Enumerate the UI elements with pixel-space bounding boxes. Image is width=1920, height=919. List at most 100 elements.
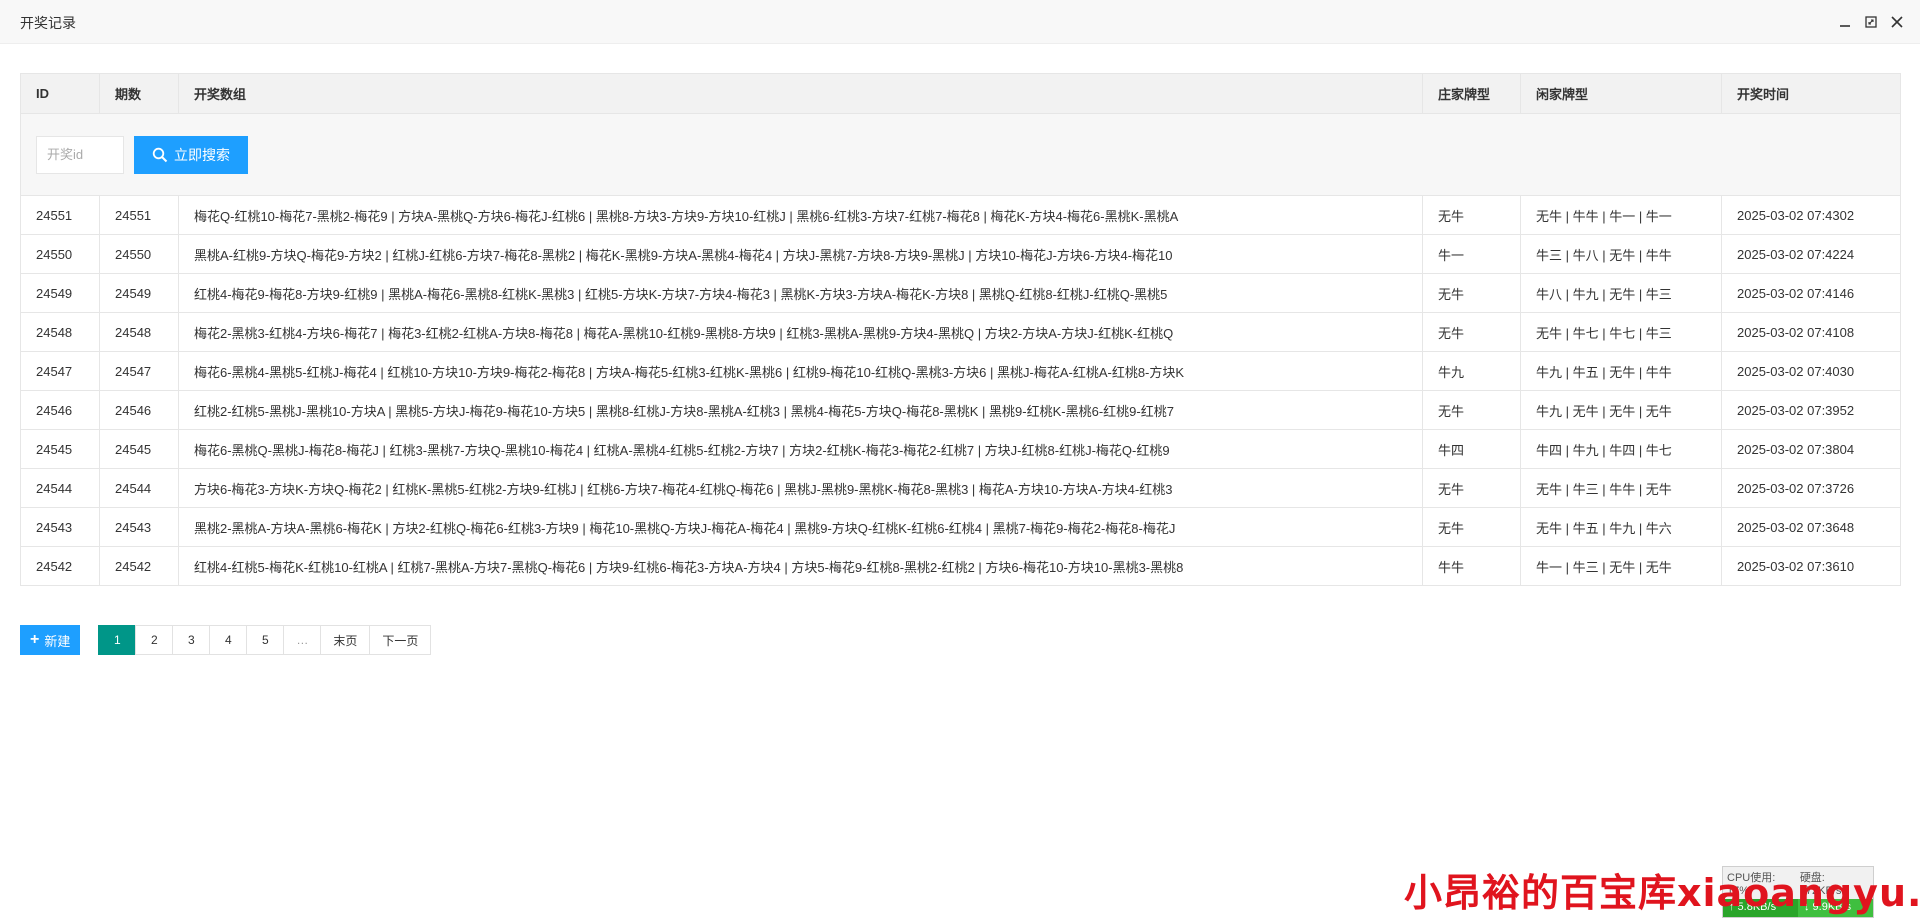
search-button[interactable]: 立即搜索 xyxy=(134,135,248,174)
table-row: 24542 24542 红桃4-红桃5-梅花K-红桃10-红桃A | 红桃7-黑桃A… xyxy=(20,546,1901,586)
search-button-label: 立即搜索 xyxy=(174,146,230,163)
window-titlebar: 开奖记录 xyxy=(0,0,1920,44)
cell-id: 24549 xyxy=(20,273,100,313)
search-input[interactable] xyxy=(36,135,124,174)
cell-time: 2025-03-02 07:4146 xyxy=(1721,273,1901,313)
maximize-icon xyxy=(1865,16,1877,28)
cell-issue: 24542 xyxy=(99,546,179,586)
cell-banker: 无牛 xyxy=(1422,273,1521,313)
records-table: ID 期数 开奖数组 庄家牌型 闲家牌型 开奖时间 开奖id 立即搜索 2455… xyxy=(20,73,1901,586)
cell-banker: 无牛 xyxy=(1422,468,1521,508)
page-2-button[interactable]: 2 xyxy=(135,625,174,655)
cell-time: 2025-03-02 07:4108 xyxy=(1721,312,1901,352)
cell-banker: 牛九 xyxy=(1422,351,1521,391)
cell-id: 24543 xyxy=(20,507,100,547)
cell-id: 24542 xyxy=(20,546,100,586)
watermark-text: 小昂裕的百宝库xiaoangyu.cc xyxy=(1404,871,1920,915)
cell-issue: 24551 xyxy=(99,195,179,235)
cell-time: 2025-03-02 07:4224 xyxy=(1721,234,1901,274)
table-row: 24551 24551 梅花Q-红桃10-梅花7-黑桃2-梅花9 | 方块A-黑桃Q… xyxy=(20,195,1901,235)
next-page-button[interactable]: 下一页 xyxy=(369,625,432,655)
cell-player: 牛八 | 牛九 | 无牛 | 牛三 xyxy=(1520,273,1722,313)
cell-cards: 方块6-梅花3-方块K-方块Q-梅花2 | 红桃K-黑桃5-红桃2-方块9-红桃… xyxy=(178,468,1423,508)
cell-cards: 黑桃A-红桃9-方块Q-梅花9-方块2 | 红桃J-红桃6-方块7-梅花8-黑桃… xyxy=(178,234,1423,274)
table-row: 24547 24547 梅花6-黑桃4-黑桃5-红桃J-梅花4 | 红桃10-方块1… xyxy=(20,351,1901,391)
cell-player: 无牛 | 牛三 | 牛牛 | 无牛 xyxy=(1520,468,1722,508)
column-header-player[interactable]: 闲家牌型 xyxy=(1520,73,1722,114)
page-3-button[interactable]: 3 xyxy=(172,625,211,655)
cell-id: 24545 xyxy=(20,429,100,469)
cell-banker: 牛牛 xyxy=(1422,546,1521,586)
cell-cards: 梅花2-黑桃3-红桃4-方块6-梅花7 | 梅花3-红桃2-红桃A-方块8-梅花… xyxy=(178,312,1423,352)
cell-cards: 红桃4-红桃5-梅花K-红桃10-红桃A | 红桃7-黑桃A-方块7-黑桃Q-梅… xyxy=(178,546,1423,586)
cell-cards: 红桃4-梅花9-梅花8-方块9-红桃9 | 黑桃A-梅花6-黑桃8-红桃K-黑桃… xyxy=(178,273,1423,313)
page-1-button[interactable]: 1 xyxy=(98,625,137,655)
cell-id: 24544 xyxy=(20,468,100,508)
new-button-label: 新建 xyxy=(44,633,71,649)
column-header-issue[interactable]: 期数 xyxy=(99,73,179,114)
record-window: 开奖记录 ID 期数 开奖数组 庄家牌型 闲家牌型 开奖时间 开奖id 立即搜索… xyxy=(0,0,1920,919)
cell-time: 2025-03-02 07:3648 xyxy=(1721,507,1901,547)
cell-issue: 24550 xyxy=(99,234,179,274)
cell-issue: 24544 xyxy=(99,468,179,508)
minimize-button[interactable] xyxy=(1836,13,1854,31)
cell-id: 24547 xyxy=(20,351,100,391)
cell-cards: 梅花6-黑桃Q-黑桃J-梅花8-梅花J | 红桃3-黑桃7-方块Q-黑桃10-梅… xyxy=(178,429,1423,469)
cell-cards: 红桃2-红桃5-黑桃J-黑桃10-方块A | 黑桃5-方块J-梅花9-梅花10-… xyxy=(178,390,1423,430)
cell-player: 牛九 | 无牛 | 无牛 | 无牛 xyxy=(1520,390,1722,430)
table-row: 24543 24543 黑桃2-黑桃A-方块A-黑桃6-梅花K | 方块2-红桃Q-… xyxy=(20,507,1901,547)
page-ellipsis: … xyxy=(283,625,322,655)
search-cell: 立即搜索 xyxy=(20,113,1901,196)
plus-icon: + xyxy=(30,631,40,648)
minimize-icon xyxy=(1840,25,1850,27)
cell-id: 24546 xyxy=(20,390,100,430)
column-header-time[interactable]: 开奖时间 xyxy=(1721,73,1901,114)
cell-id: 24551 xyxy=(20,195,100,235)
search-bar: 立即搜索 xyxy=(36,135,1885,174)
cell-time: 2025-03-02 07:4030 xyxy=(1721,351,1901,391)
page-5-button[interactable]: 5 xyxy=(246,625,285,655)
cell-player: 牛九 | 牛五 | 无牛 | 牛牛 xyxy=(1520,351,1722,391)
cell-issue: 24549 xyxy=(99,273,179,313)
table-row: 24546 24546 红桃2-红桃5-黑桃J-黑桃10-方块A | 黑桃5-方块J… xyxy=(20,390,1901,430)
close-button[interactable] xyxy=(1888,13,1906,31)
cell-player: 无牛 | 牛七 | 牛七 | 牛三 xyxy=(1520,312,1722,352)
cell-time: 2025-03-02 07:3952 xyxy=(1721,390,1901,430)
pagination: 1 2 3 4 5 … 末页 下一页 xyxy=(98,625,432,655)
cell-banker: 牛四 xyxy=(1422,429,1521,469)
table-row: 24544 24544 方块6-梅花3-方块K-方块Q-梅花2 | 红桃K-黑桃5-… xyxy=(20,468,1901,508)
cell-player: 无牛 | 牛牛 | 牛一 | 牛一 xyxy=(1520,195,1722,235)
content-area: ID 期数 开奖数组 庄家牌型 闲家牌型 开奖时间 开奖id 立即搜索 2455… xyxy=(20,73,1901,586)
search-row: 立即搜索 xyxy=(20,113,1901,196)
column-header-banker[interactable]: 庄家牌型 xyxy=(1422,73,1521,114)
cell-issue: 24545 xyxy=(99,429,179,469)
cell-player: 牛一 | 牛三 | 无牛 | 无牛 xyxy=(1520,546,1722,586)
cell-issue: 24543 xyxy=(99,507,179,547)
cell-player: 牛四 | 牛九 | 牛四 | 牛七 xyxy=(1520,429,1722,469)
cell-banker: 无牛 xyxy=(1422,507,1521,547)
cell-id: 24550 xyxy=(20,234,100,274)
table-row: 24550 24550 黑桃A-红桃9-方块Q-梅花9-方块2 | 红桃J-红桃6-… xyxy=(20,234,1901,274)
cell-cards: 梅花Q-红桃10-梅花7-黑桃2-梅花9 | 方块A-黑桃Q-方块6-梅花J-红… xyxy=(178,195,1423,235)
window-title: 开奖记录 xyxy=(20,15,76,31)
cell-banker: 无牛 xyxy=(1422,195,1521,235)
window-controls xyxy=(1836,12,1906,32)
new-button[interactable]: + 新建 xyxy=(20,625,81,655)
cell-banker: 无牛 xyxy=(1422,390,1521,430)
maximize-button[interactable] xyxy=(1862,13,1880,31)
table-row: 24548 24548 梅花2-黑桃3-红桃4-方块6-梅花7 | 梅花3-红桃2-… xyxy=(20,312,1901,352)
close-icon xyxy=(1891,16,1903,28)
cell-time: 2025-03-02 07:4302 xyxy=(1721,195,1901,235)
table-row: 24545 24545 梅花6-黑桃Q-黑桃J-梅花8-梅花J | 红桃3-黑桃7-… xyxy=(20,429,1901,469)
cell-cards: 梅花6-黑桃4-黑桃5-红桃J-梅花4 | 红桃10-方块10-方块9-梅花2-… xyxy=(178,351,1423,391)
cell-time: 2025-03-02 07:3804 xyxy=(1721,429,1901,469)
cell-player: 无牛 | 牛五 | 牛九 | 牛六 xyxy=(1520,507,1722,547)
cell-banker: 无牛 xyxy=(1422,312,1521,352)
column-header-cards[interactable]: 开奖数组 xyxy=(178,73,1423,114)
column-header-id[interactable]: ID xyxy=(20,73,100,114)
cell-issue: 24547 xyxy=(99,351,179,391)
cell-cards: 黑桃2-黑桃A-方块A-黑桃6-梅花K | 方块2-红桃Q-梅花6-红桃3-方块… xyxy=(178,507,1423,547)
last-page-button[interactable]: 末页 xyxy=(320,625,371,655)
page-4-button[interactable]: 4 xyxy=(209,625,248,655)
cell-issue: 24548 xyxy=(99,312,179,352)
